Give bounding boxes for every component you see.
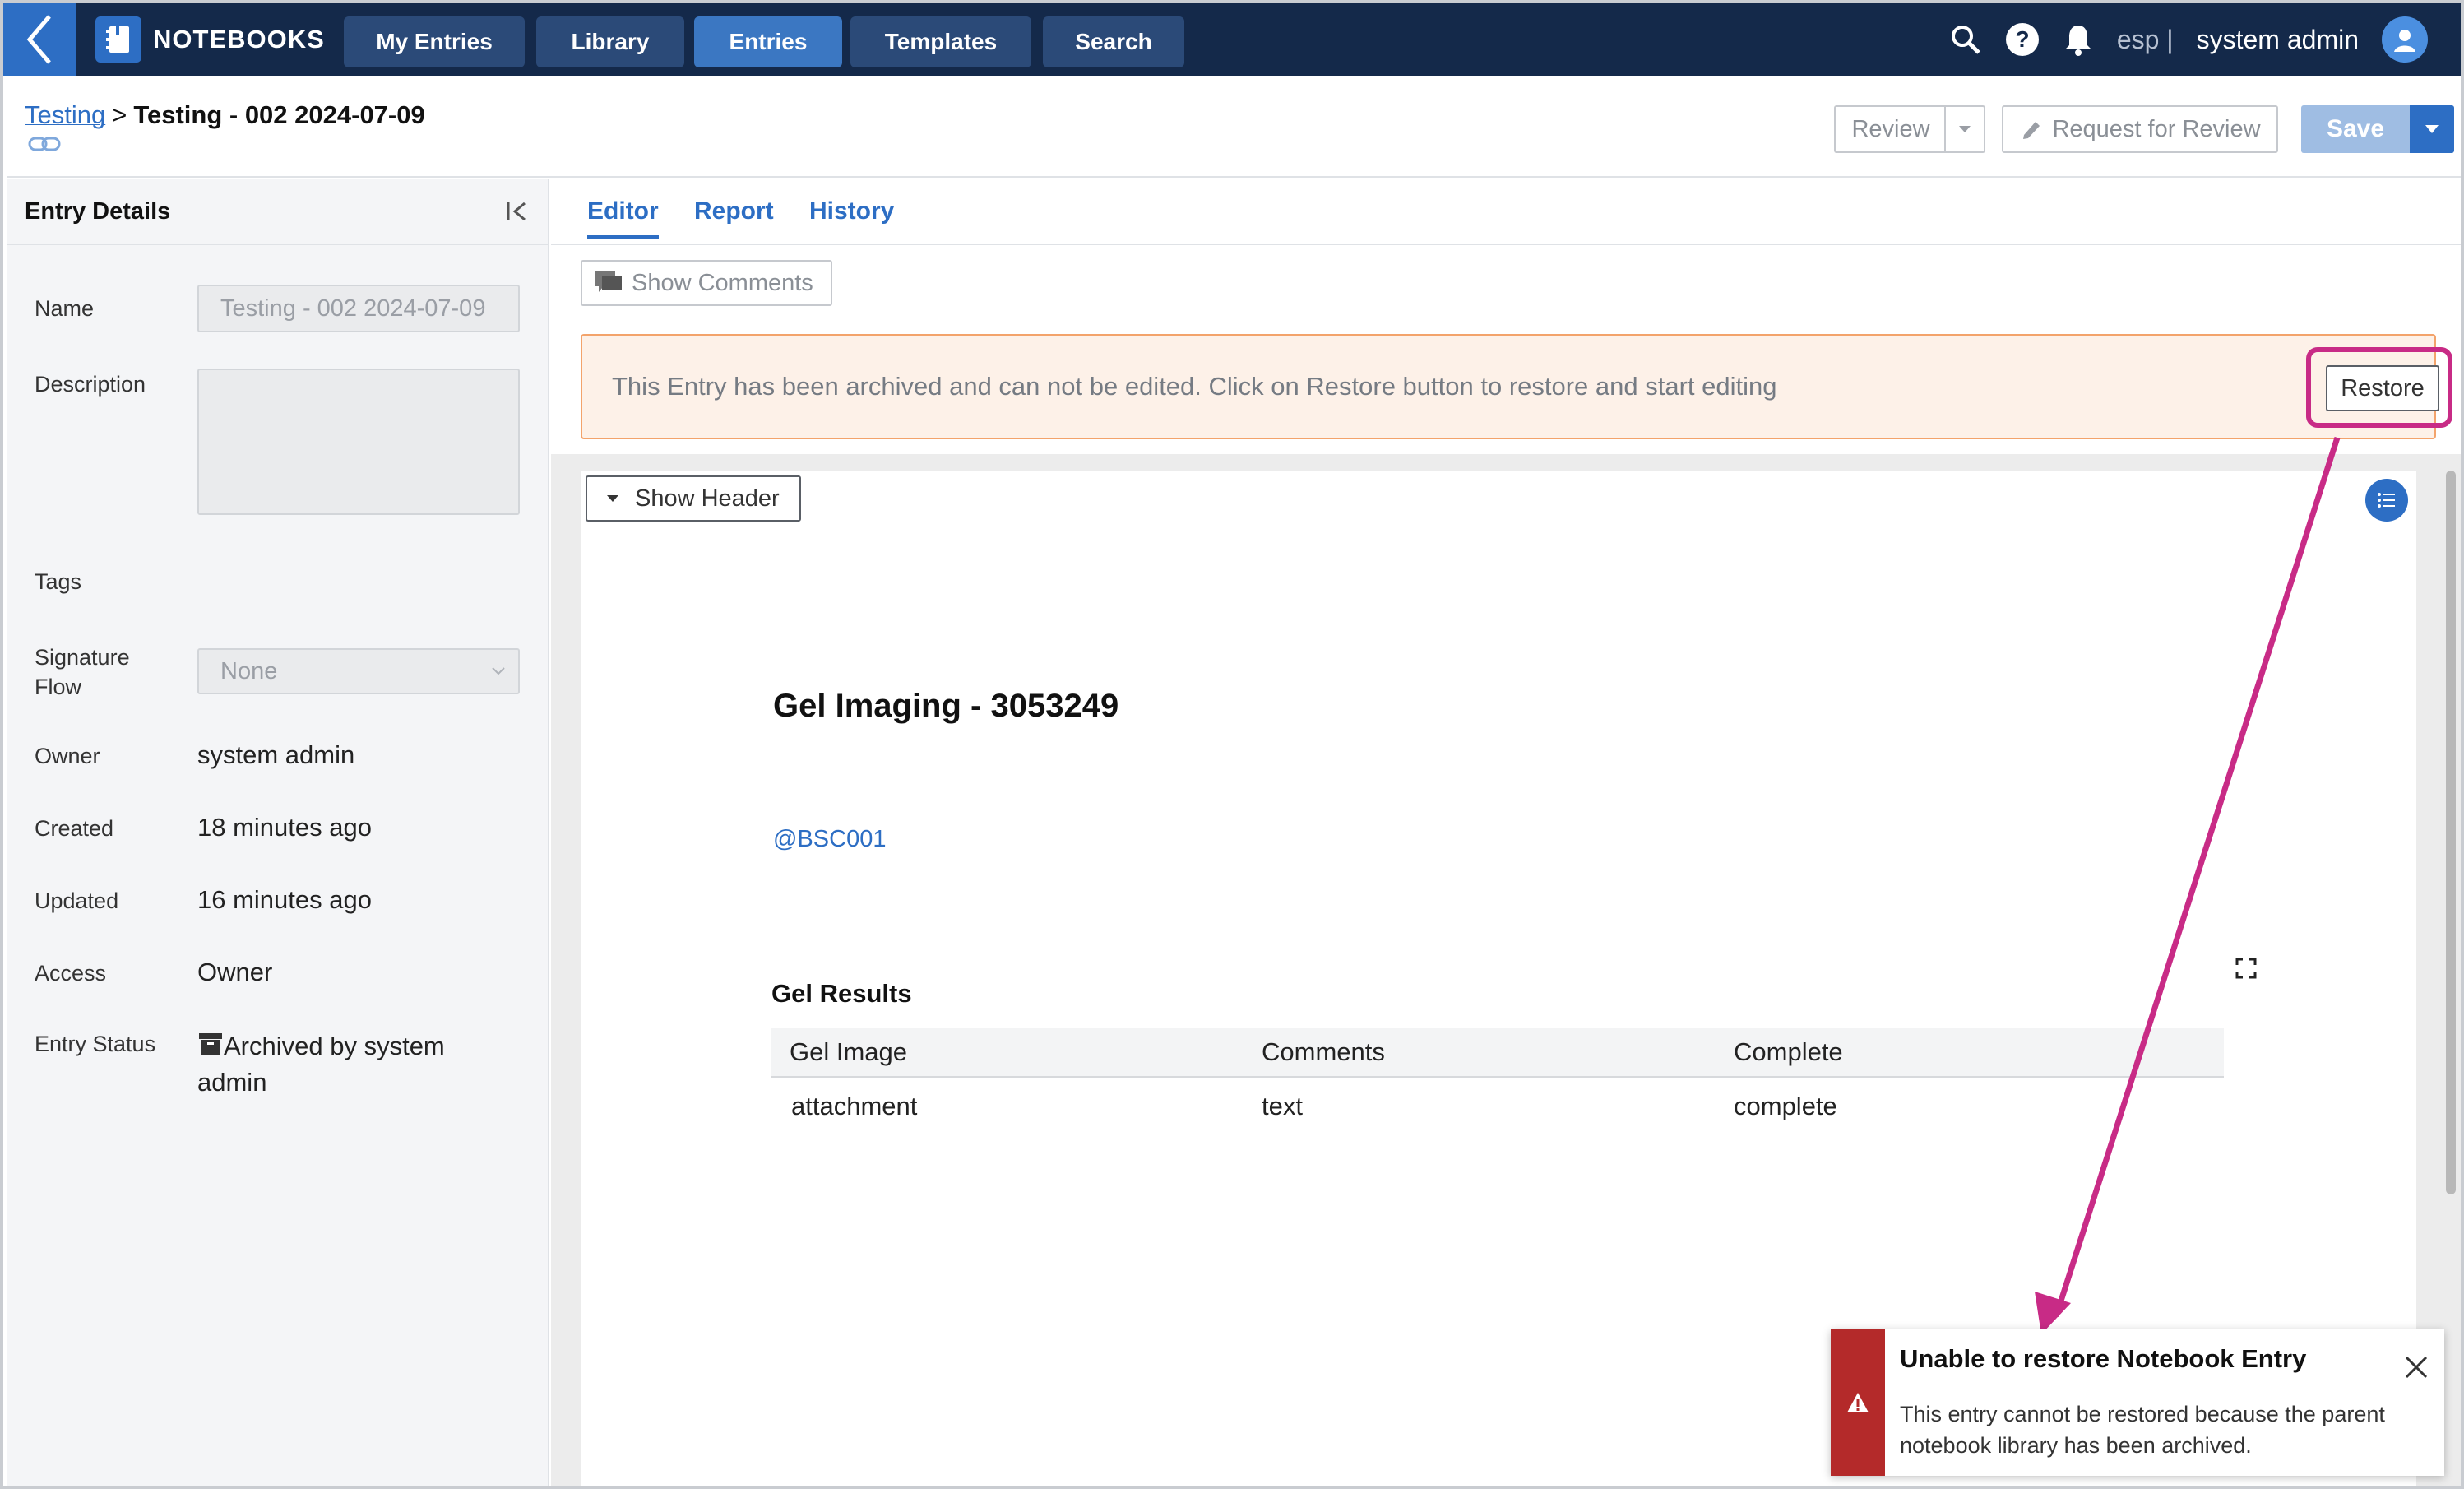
entry-header: Testing > Testing - 002 2024-07-09 Revie…: [7, 76, 2461, 178]
request-review-label: Request for Review: [2052, 115, 2261, 142]
tab-report[interactable]: Report: [694, 197, 774, 225]
collapse-panel-icon[interactable]: [505, 200, 530, 223]
document-title: Gel Imaging - 3053249: [773, 688, 1119, 724]
entry-status-text-2: admin: [197, 1068, 267, 1097]
review-dropdown-button[interactable]: [1944, 105, 1985, 153]
entry-status-label: Entry Status: [35, 1032, 156, 1056]
restore-button[interactable]: Restore: [2326, 365, 2439, 411]
caret-down-icon: [607, 495, 618, 502]
access-label: Access: [35, 961, 107, 986]
signature-flow-value: None: [220, 657, 278, 684]
show-header-label: Show Header: [635, 485, 780, 512]
outline-list-icon[interactable]: [2365, 479, 2408, 522]
description-field[interactable]: [197, 369, 520, 515]
main-content: Editor Report History Show Comments This…: [551, 179, 2461, 1486]
caret-down-icon: [2425, 125, 2439, 133]
updated-value: 16 minutes ago: [197, 885, 372, 914]
show-header-button[interactable]: Show Header: [586, 475, 801, 522]
archive-icon: [199, 1033, 222, 1055]
archived-alert-text: This Entry has been archived and can not…: [612, 372, 1777, 401]
breadcrumb: Testing > Testing - 002 2024-07-09: [25, 100, 425, 130]
table-header-cell: Complete: [1734, 1037, 1843, 1066]
app-window: NOTEBOOKS My Entries Library Entries Tem…: [0, 0, 2464, 1489]
top-nav: NOTEBOOKS My Entries Library Entries Tem…: [3, 3, 2461, 76]
signature-flow-select[interactable]: None: [197, 648, 520, 694]
error-toast: Unable to restore Notebook Entry This en…: [1831, 1329, 2444, 1476]
nav-library[interactable]: Library: [536, 16, 684, 67]
breadcrumb-separator: >: [112, 100, 127, 129]
brand-label: NOTEBOOKS: [153, 25, 325, 53]
breadcrumb-parent-link[interactable]: Testing: [25, 100, 105, 130]
svg-text:?: ?: [2015, 26, 2029, 52]
link-icon[interactable]: [28, 135, 61, 155]
signature-flow-label-line1: Signature: [35, 645, 130, 670]
back-button[interactable]: [3, 3, 76, 76]
access-value: Owner: [197, 958, 273, 986]
request-review-button[interactable]: Request for Review: [2002, 105, 2278, 153]
sample-mention-link[interactable]: @BSC001: [773, 826, 886, 853]
table-header-cell: Gel Image: [790, 1037, 908, 1066]
language-switch[interactable]: esp |: [2117, 25, 2174, 55]
nav-right: ? esp | system admin: [1949, 3, 2428, 76]
toast-title: Unable to restore Notebook Entry: [1900, 1344, 2307, 1373]
owner-label: Owner: [35, 744, 100, 768]
fullscreen-icon[interactable]: [2235, 958, 2257, 979]
show-comments-button[interactable]: Show Comments: [581, 260, 832, 306]
comment-icon: [595, 271, 622, 292]
show-comments-label: Show Comments: [632, 269, 813, 296]
name-field[interactable]: Testing - 002 2024-07-09: [197, 285, 520, 332]
archived-alert: This Entry has been archived and can not…: [581, 334, 2452, 439]
notebook-icon: [95, 16, 141, 63]
toast-message: This entry cannot be restored because th…: [1900, 1402, 2385, 1458]
description-label: Description: [35, 372, 146, 397]
name-label: Name: [35, 296, 95, 321]
entry-status-value: Archived by system admin: [197, 1028, 526, 1101]
tags-label: Tags: [35, 569, 82, 594]
tab-history[interactable]: History: [809, 197, 894, 225]
edit-pen-icon: [2023, 122, 2040, 139]
entry-status-text-1: Archived by system: [224, 1032, 445, 1060]
table-header-cell: Comments: [1262, 1037, 1385, 1066]
tab-bar: Editor Report History: [551, 179, 2461, 245]
close-icon[interactable]: [2401, 1352, 2431, 1382]
bell-icon[interactable]: [2063, 22, 2094, 57]
created-label: Created: [35, 816, 114, 841]
table-cell[interactable]: text: [1262, 1078, 1303, 1135]
entry-details-header: Entry Details: [7, 179, 548, 245]
tab-editor[interactable]: Editor: [587, 197, 659, 239]
breadcrumb-current: Testing - 002 2024-07-09: [133, 100, 425, 129]
warning-icon: [1847, 1393, 1869, 1412]
save-dropdown-button[interactable]: [2410, 105, 2454, 153]
review-button[interactable]: Review: [1834, 105, 1946, 153]
gel-results-title: Gel Results: [771, 979, 912, 1008]
nav-my-entries[interactable]: My Entries: [344, 16, 525, 67]
nav-templates[interactable]: Templates: [850, 16, 1031, 67]
help-icon[interactable]: ?: [2005, 22, 2040, 57]
table-cell[interactable]: complete: [1734, 1078, 1837, 1135]
signature-flow-label-line2: Flow: [35, 675, 82, 699]
user-name[interactable]: system admin: [2197, 25, 2359, 55]
updated-label: Updated: [35, 888, 119, 913]
entry-details-title: Entry Details: [25, 197, 171, 225]
chevron-left-icon: [26, 15, 51, 64]
chevron-down-icon: [492, 667, 505, 675]
save-button[interactable]: Save: [2301, 105, 2410, 153]
brand[interactable]: NOTEBOOKS: [95, 16, 325, 63]
nav-search[interactable]: Search: [1043, 16, 1184, 67]
toast-error-strip: [1831, 1329, 1885, 1476]
caret-down-icon: [1959, 126, 1971, 132]
table-cell[interactable]: attachment: [791, 1078, 917, 1135]
table-row: attachment text complete: [771, 1078, 2224, 1135]
table-header-row: Gel Image Comments Complete: [771, 1028, 2224, 1078]
scrollbar-thumb[interactable]: [2446, 471, 2456, 1194]
entry-details-panel: Entry Details Name Testing - 002 2024-07…: [7, 179, 549, 1486]
nav-entries[interactable]: Entries: [694, 16, 842, 67]
owner-value: system admin: [197, 740, 355, 769]
created-value: 18 minutes ago: [197, 813, 372, 842]
search-icon[interactable]: [1949, 23, 1982, 56]
user-avatar-icon[interactable]: [2382, 16, 2428, 63]
gel-results-table: Gel Image Comments Complete attachment t…: [771, 1028, 2224, 1135]
